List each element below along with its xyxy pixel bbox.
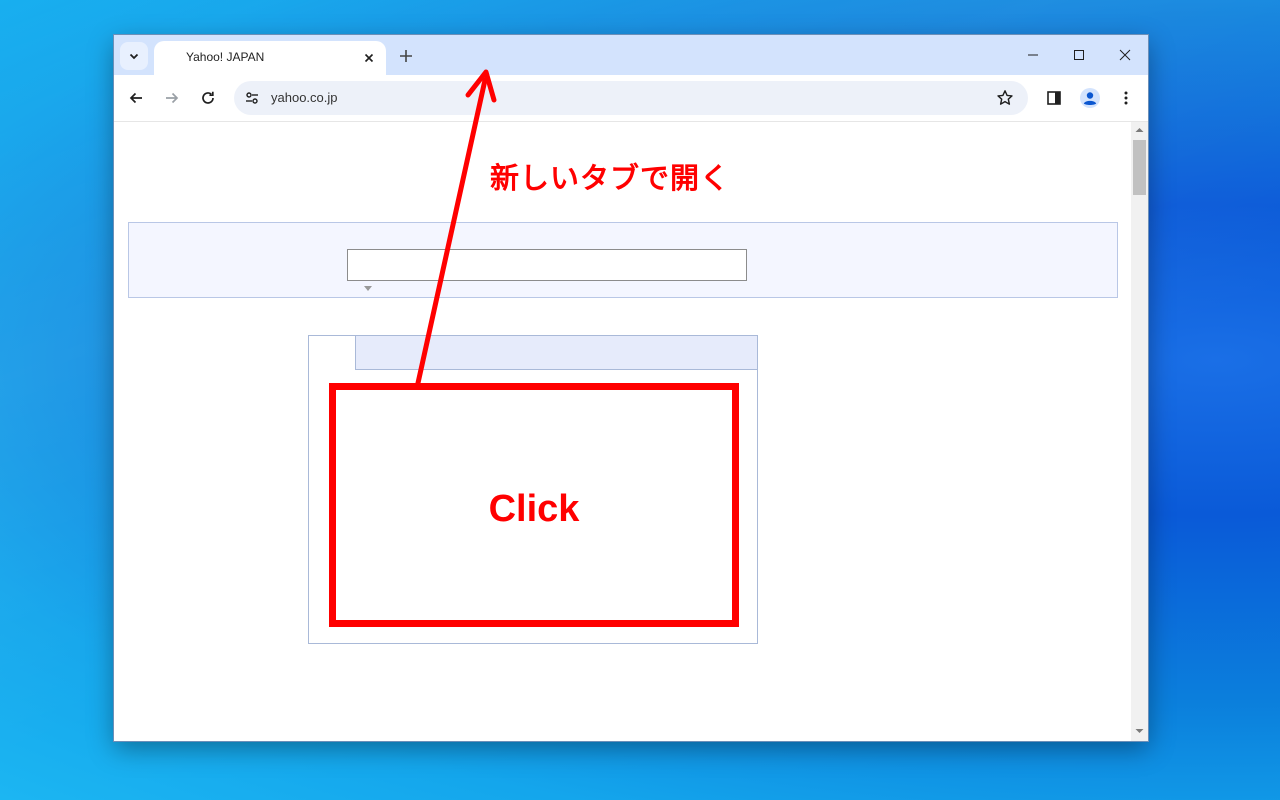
reload-icon xyxy=(202,91,214,104)
scroll-thumb[interactable] xyxy=(1133,140,1146,195)
dropdown-arrow-icon[interactable] xyxy=(364,286,372,291)
annotation-label: 新しいタブで開く xyxy=(490,161,731,195)
address-text[interactable]: yahoo.co.jp xyxy=(271,90,338,105)
forward-button[interactable] xyxy=(158,84,186,112)
browser-toolbar: yahoo.co.jp xyxy=(114,75,1148,122)
new-tab-button[interactable] xyxy=(395,45,417,67)
vertical-scrollbar[interactable] xyxy=(1131,122,1148,741)
scroll-up-icon[interactable] xyxy=(1135,127,1144,133)
kebab-menu-icon xyxy=(1124,91,1128,105)
close-icon xyxy=(1119,49,1131,61)
reload-button[interactable] xyxy=(194,84,222,112)
profile-button[interactable] xyxy=(1076,84,1104,112)
panel-tab-header[interactable] xyxy=(355,336,757,370)
tab-title: Yahoo! JAPAN xyxy=(186,50,265,64)
tab-yahoo-japan[interactable]: Yahoo! JAPAN xyxy=(154,41,386,75)
back-button[interactable] xyxy=(122,84,150,112)
profile-icon xyxy=(1080,88,1100,108)
side-panel-icon xyxy=(1047,91,1061,105)
side-panel-button[interactable] xyxy=(1040,84,1068,112)
plus-icon xyxy=(400,50,412,62)
close-icon xyxy=(364,53,374,63)
chevron-down-icon xyxy=(129,53,139,60)
scroll-down-icon[interactable] xyxy=(1135,728,1144,734)
maximize-icon xyxy=(1074,50,1084,60)
click-highlight-box: Click xyxy=(329,383,739,627)
tab-strip: Yahoo! JAPAN xyxy=(114,35,1148,75)
tab-close-button[interactable] xyxy=(360,49,378,67)
search-input[interactable] xyxy=(347,249,747,281)
maximize-button[interactable] xyxy=(1056,35,1102,75)
minimize-icon xyxy=(1028,54,1038,56)
star-icon[interactable] xyxy=(996,89,1014,111)
click-label: Click xyxy=(488,488,580,530)
search-area xyxy=(128,222,1118,298)
address-bar[interactable]: yahoo.co.jp xyxy=(234,81,1028,115)
window-close-button[interactable] xyxy=(1102,35,1148,75)
minimize-button[interactable] xyxy=(1010,35,1056,75)
forward-arrow-icon xyxy=(166,92,179,104)
tab-search-button[interactable] xyxy=(120,42,148,70)
menu-button[interactable] xyxy=(1112,84,1140,112)
back-arrow-icon xyxy=(129,92,142,104)
tune-icon[interactable] xyxy=(244,90,260,110)
